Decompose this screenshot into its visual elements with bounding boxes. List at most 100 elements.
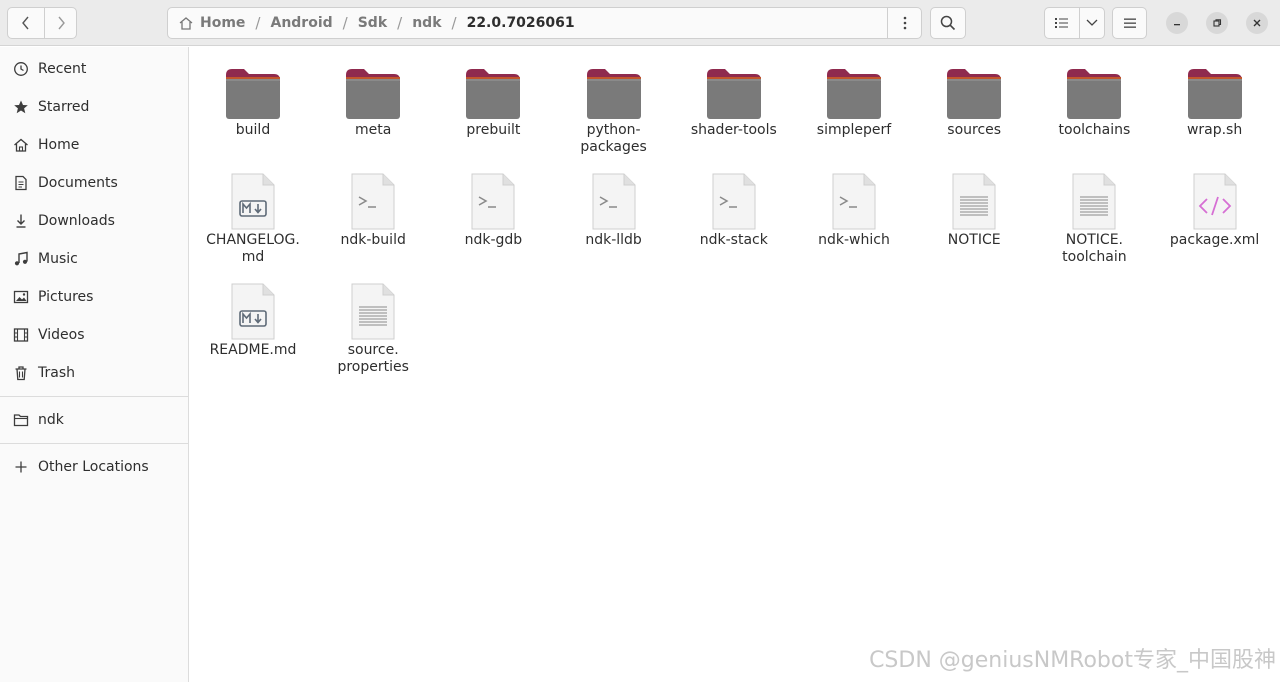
sidebar-item-downloads[interactable]: Downloads	[0, 202, 188, 240]
folder-item[interactable]: meta	[313, 59, 433, 139]
sidebar-item-documents[interactable]: Documents	[0, 164, 188, 202]
sidebar-item-label: Home	[38, 137, 80, 153]
view-list-button[interactable]	[1044, 7, 1080, 39]
sidebar-item-trash[interactable]: Trash	[0, 354, 188, 392]
file-name-label: ndk-lldb	[585, 232, 642, 248]
file-item[interactable]: README.md	[193, 279, 313, 359]
picture-icon	[0, 289, 38, 305]
text-file-icon	[1070, 169, 1118, 231]
folder-item[interactable]: build	[193, 59, 313, 139]
script-file-icon	[830, 169, 878, 231]
home-icon	[0, 137, 38, 153]
sidebar-item-videos[interactable]: Videos	[0, 316, 188, 354]
sidebar-item-label: Pictures	[38, 289, 94, 305]
folder-item[interactable]: prebuilt	[433, 59, 553, 139]
folder-item[interactable]: toolchains	[1034, 59, 1154, 139]
path-bar: Home / Android / Sdk / ndk / 22.0.702606…	[167, 7, 922, 39]
home-icon	[179, 17, 193, 30]
file-name-label: package.xml	[1169, 232, 1260, 248]
sidebar-item-other-locations[interactable]: Other Locations	[0, 448, 188, 486]
sidebar-item-starred[interactable]: Starred	[0, 88, 188, 126]
sidebar-divider	[0, 396, 188, 397]
minimize-button[interactable]	[1166, 12, 1188, 34]
sidebar: Recent Starred Home Documents Downloads …	[0, 47, 189, 682]
file-name-label: sources	[947, 122, 1002, 138]
folder-item[interactable]: python- packages	[554, 59, 674, 156]
markdown-file-icon	[229, 279, 277, 341]
file-name-label: NOTICE. toolchain	[1062, 232, 1127, 265]
breadcrumb-android[interactable]: Android /	[260, 8, 347, 38]
file-item[interactable]: CHANGELOG. md	[193, 169, 313, 266]
file-name-label: source. properties	[337, 342, 409, 375]
file-name-label: meta	[355, 122, 392, 138]
list-view-icon	[1055, 18, 1068, 28]
folder-item[interactable]: shader-tools	[674, 59, 794, 139]
watermark-text: CSDN @geniusNMRobot专家_中国股神	[869, 648, 1276, 673]
minimize-icon	[1174, 24, 1180, 26]
breadcrumb-separator: /	[451, 14, 457, 32]
maximize-button[interactable]	[1206, 12, 1228, 34]
file-item[interactable]: ndk-build	[313, 169, 433, 249]
file-name-label: shader-tools	[690, 122, 777, 138]
file-item[interactable]: ndk-stack	[674, 169, 794, 249]
file-name-label: ndk-which	[818, 232, 890, 248]
path-menu-button[interactable]	[887, 7, 921, 39]
file-item[interactable]: NOTICE	[914, 169, 1034, 249]
folder-icon	[1065, 59, 1123, 121]
folder-item[interactable]: simpleperf	[794, 59, 914, 139]
file-item[interactable]: ndk-which	[794, 169, 914, 249]
breadcrumb-label: Home	[200, 15, 246, 31]
script-file-icon	[349, 169, 397, 231]
file-name-label: simpleperf	[816, 122, 892, 138]
sidebar-item-music[interactable]: Music	[0, 240, 188, 278]
music-icon	[0, 251, 38, 267]
xml-file-icon	[1191, 169, 1239, 231]
sidebar-item-recent[interactable]: Recent	[0, 50, 188, 88]
breadcrumb-current[interactable]: 22.0.7026061	[457, 8, 575, 38]
breadcrumb-label: Android	[270, 15, 333, 31]
close-button[interactable]	[1246, 12, 1268, 34]
script-file-icon	[710, 169, 758, 231]
file-item[interactable]: package.xml	[1155, 169, 1275, 249]
folder-icon	[0, 412, 38, 428]
back-button[interactable]	[7, 7, 45, 39]
chevron-left-icon	[22, 16, 29, 30]
file-name-label: toolchains	[1058, 122, 1131, 138]
breadcrumb-sdk[interactable]: Sdk /	[348, 8, 402, 38]
breadcrumb-ndk[interactable]: ndk /	[402, 8, 456, 38]
file-name-label: README.md	[209, 342, 297, 358]
sidebar-item-ndk[interactable]: ndk	[0, 401, 188, 439]
file-item[interactable]: source. properties	[313, 279, 433, 376]
forward-button[interactable]	[44, 7, 77, 39]
folder-icon	[344, 59, 402, 121]
main-menu-button[interactable]	[1112, 7, 1147, 39]
sidebar-item-label: Music	[38, 251, 78, 267]
sidebar-item-label: Documents	[38, 175, 118, 191]
sidebar-divider	[0, 443, 188, 444]
file-item[interactable]: ndk-lldb	[554, 169, 674, 249]
file-item[interactable]: ndk-gdb	[433, 169, 553, 249]
file-name-label: CHANGELOG. md	[206, 232, 300, 265]
sidebar-item-home[interactable]: Home	[0, 126, 188, 164]
file-name-label: ndk-build	[340, 232, 406, 248]
document-icon	[0, 175, 38, 191]
search-icon	[940, 15, 956, 31]
breadcrumb-label: Sdk	[357, 15, 388, 31]
file-name-label: python- packages	[580, 122, 647, 155]
search-button[interactable]	[930, 7, 966, 39]
clock-icon	[0, 61, 38, 77]
breadcrumb-label: ndk	[412, 15, 442, 31]
folder-item[interactable]: sources	[914, 59, 1034, 139]
folder-item[interactable]: wrap.sh	[1155, 59, 1275, 139]
script-file-icon	[469, 169, 517, 231]
sidebar-item-pictures[interactable]: Pictures	[0, 278, 188, 316]
breadcrumb-label: 22.0.7026061	[466, 15, 575, 31]
view-options-button[interactable]	[1079, 7, 1105, 39]
sidebar-item-label: Starred	[38, 99, 90, 115]
breadcrumb-home[interactable]: Home /	[168, 8, 260, 38]
more-vertical-icon	[903, 16, 906, 30]
file-item[interactable]: NOTICE. toolchain	[1034, 169, 1154, 266]
restore-icon	[1213, 19, 1222, 27]
video-icon	[0, 327, 38, 343]
breadcrumb-separator: /	[397, 14, 403, 32]
